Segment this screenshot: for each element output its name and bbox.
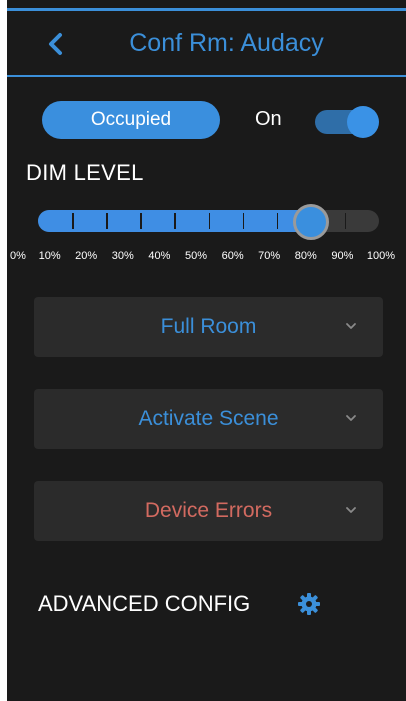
slider-tick-label: 50% [184, 250, 208, 262]
slider-tick-label: 10% [38, 250, 61, 262]
slider-tick-label: 60% [221, 250, 244, 262]
page-title: Conf Rm: Audacy [129, 29, 324, 57]
chevron-down-icon [346, 323, 356, 329]
slider-tick-label: 80% [294, 250, 317, 262]
slider-tick-label: 40% [148, 250, 171, 262]
slider-tick-label: 30% [111, 250, 134, 262]
slider-tick [72, 213, 74, 229]
slider-tick-label: 70% [258, 250, 281, 262]
slider-tick [208, 213, 210, 229]
slider-tick-label: 100% [366, 250, 396, 262]
slider-tick [344, 213, 347, 229]
slider-tick-labels: 0% 10% 20% 30% 40% 50% 60% 70% 80% 90% 100% [7, 250, 406, 266]
dim-level-slider[interactable] [38, 204, 379, 240]
slider-tick [140, 213, 142, 229]
power-toggle[interactable] [315, 106, 379, 138]
app-screen: Conf Rm: Audacy Occupied On DIM LEVEL 0%… [7, 0, 406, 701]
toggle-thumb [347, 106, 379, 138]
slider-thumb[interactable] [292, 204, 329, 240]
slider-tick [276, 213, 279, 229]
gear-icon[interactable] [297, 592, 321, 616]
chevron-down-icon [346, 507, 356, 513]
activate-scene-accordion[interactable]: Activate Scene [34, 389, 383, 449]
full-room-label: Full Room [160, 315, 257, 338]
full-room-accordion[interactable]: Full Room [34, 297, 383, 357]
slider-tick [106, 213, 108, 229]
activate-scene-label: Activate Scene [138, 407, 279, 430]
dim-level-label: DIM LEVEL [26, 160, 144, 185]
occupied-button[interactable]: Occupied [42, 101, 220, 139]
slider-tick [174, 213, 176, 229]
slider-tick [242, 213, 245, 229]
chevron-down-icon [346, 415, 356, 421]
slider-tick-label: 20% [75, 250, 98, 262]
advanced-config-label: ADVANCED CONFIG [38, 591, 251, 616]
device-errors-label: Device Errors [144, 499, 273, 522]
header-bar: Conf Rm: Audacy [7, 11, 406, 77]
slider-tick-label: 0% [10, 250, 26, 262]
power-label: On [255, 108, 282, 130]
slider-tick-label: 90% [331, 250, 354, 262]
device-errors-accordion[interactable]: Device Errors [34, 481, 383, 541]
